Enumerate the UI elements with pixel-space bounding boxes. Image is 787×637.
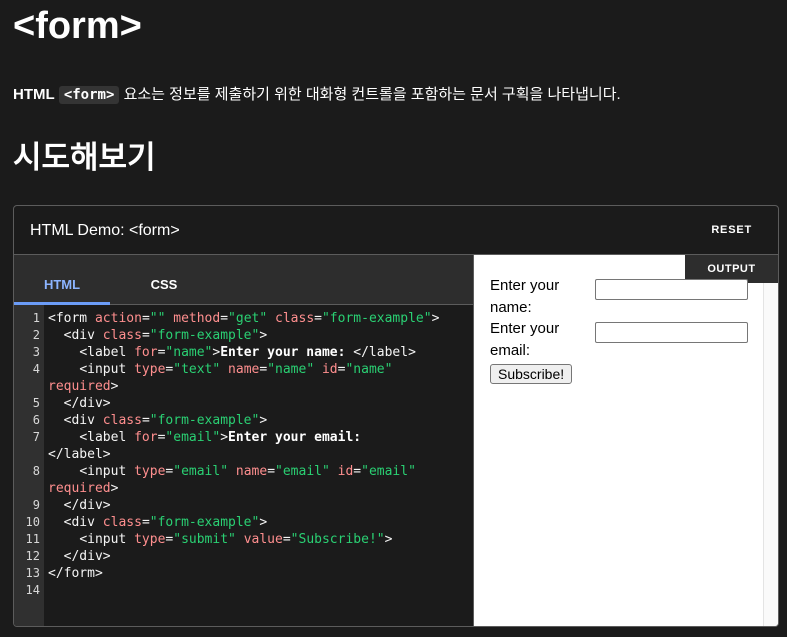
code-text: <input type="submit" value="Subscribe!">	[79, 532, 393, 547]
code-text: <form action="" method="get" class="form…	[48, 311, 440, 326]
code-text: <label for="name">Enter your name: </lab…	[79, 345, 416, 360]
subscribe-button[interactable]: Subscribe!	[490, 364, 573, 384]
line-number: 9	[32, 498, 40, 512]
line-number: 1	[32, 311, 40, 325]
code-line: 9 </div>	[14, 497, 467, 514]
tab-css[interactable]: CSS	[116, 272, 212, 302]
code-line: 1 <form action="" method="get" class="for…	[14, 310, 467, 327]
code-text: <div class="form-example">	[63, 328, 268, 343]
line-number: 7	[32, 430, 40, 444]
line-number: 4	[32, 362, 40, 376]
editor-tabs: HTML CSS	[14, 255, 473, 305]
code-line: 7 <label for="email">Enter your email: <…	[14, 429, 467, 463]
summary-prefix: HTML	[13, 86, 55, 103]
line-number: 11	[25, 532, 40, 546]
email-form-row: Enter your email:	[490, 318, 748, 362]
code-line: 13 </form>	[14, 565, 467, 582]
code-line: 12 </div>	[14, 548, 467, 565]
code-text: <div class="form-example">	[63, 515, 268, 530]
line-number: 6	[32, 413, 40, 427]
email-label: Enter your email:	[490, 320, 560, 359]
line-number: 8	[32, 464, 40, 478]
output-scrollbar[interactable]	[763, 283, 778, 626]
name-label: Enter your name:	[490, 277, 560, 316]
code-text: </form>	[48, 566, 103, 581]
code-line: 2 <div class="form-example">	[14, 327, 467, 344]
line-number: 12	[25, 549, 40, 563]
page-title: <form>	[13, 5, 142, 47]
code-line: 4 <input type="text" name="name" id="nam…	[14, 361, 467, 395]
code-text: <input type="email" name="email" id="ema…	[48, 464, 416, 496]
interactive-demo: HTML Demo: <form> RESET HTML CSS 1 <form …	[13, 205, 779, 627]
tab-html[interactable]: HTML	[14, 272, 110, 305]
code-line: 6 <div class="form-example">	[14, 412, 467, 429]
email-input[interactable]	[595, 322, 748, 343]
page-summary: HTML <form> 요소는 정보를 제출하기 위한 대화형 컨트롤을 포함하…	[13, 84, 621, 106]
code-text: <div class="form-example">	[63, 413, 268, 428]
code-line: 8 <input type="email" name="email" id="e…	[14, 463, 467, 497]
code-text: </div>	[63, 549, 111, 564]
code-text: <label for="email">Enter your email: </l…	[48, 430, 369, 462]
code-text: </div>	[63, 396, 111, 411]
demo-header: HTML Demo: <form> RESET	[14, 206, 778, 255]
summary-code[interactable]: <form>	[58, 86, 120, 104]
line-number: 10	[25, 515, 40, 529]
name-form-row: Enter your name:	[490, 275, 748, 319]
code-line: 10 <div class="form-example">	[14, 514, 467, 531]
output-panel: OUTPUT Enter your name: Enter your email…	[474, 255, 778, 626]
line-number: 14	[25, 583, 40, 597]
code-lines: 1 <form action="" method="get" class="for…	[14, 310, 467, 599]
code-line: 5 </div>	[14, 395, 467, 412]
line-number: 3	[32, 345, 40, 359]
name-input[interactable]	[595, 279, 748, 300]
code-area[interactable]: 1 <form action="" method="get" class="for…	[14, 305, 473, 626]
summary-text: 요소는 정보를 제출하기 위한 대화형 컨트롤을 포함하는 문서 구획을 나타냅…	[123, 86, 621, 103]
code-line: 14	[14, 582, 467, 599]
demo-title: HTML Demo: <form>	[30, 222, 180, 239]
reset-button[interactable]: RESET	[711, 220, 752, 240]
section-title: 시도해보기	[13, 140, 156, 175]
line-number: 5	[32, 396, 40, 410]
line-number: 13	[25, 566, 40, 580]
code-text: <input type="text" name="name" id="name"…	[48, 362, 393, 394]
code-editor: HTML CSS 1 <form action="" method="get" c…	[14, 255, 474, 626]
code-line: 3 <label for="name">Enter your name: </l…	[14, 344, 467, 361]
code-text: </div>	[63, 498, 111, 513]
line-number: 2	[32, 328, 40, 342]
code-line: 11 <input type="submit" value="Subscribe…	[14, 531, 467, 548]
